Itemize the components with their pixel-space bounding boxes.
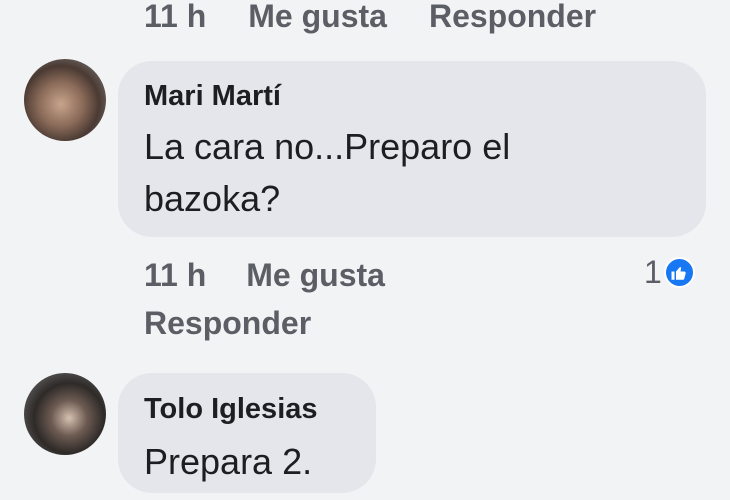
reaction-count: 1 — [644, 254, 662, 290]
comment-text: La cara no...Preparo el bazoka? — [144, 126, 511, 219]
avatar[interactable] — [24, 59, 106, 141]
comment-author[interactable]: Mari Martí — [144, 80, 281, 113]
comment-text: Prepara 2. — [144, 441, 313, 482]
comment-author[interactable]: Tolo Iglesias — [144, 393, 318, 426]
reply-button[interactable]: Responder — [429, 0, 596, 35]
previous-comment-actions: 11 h Me gusta Responder — [144, 0, 596, 36]
like-button[interactable]: Me gusta — [248, 0, 387, 35]
comment-time: 11 h — [144, 0, 207, 34]
comment-time[interactable]: 11 h — [144, 257, 206, 294]
comment-actions: 11 h Me gusta — [144, 254, 385, 296]
reaction-summary[interactable]: 1 — [644, 254, 695, 291]
reply-button[interactable]: Responder — [144, 305, 311, 342]
avatar[interactable] — [24, 373, 106, 455]
like-icon — [663, 257, 695, 288]
like-button[interactable]: Me gusta — [246, 257, 385, 294]
